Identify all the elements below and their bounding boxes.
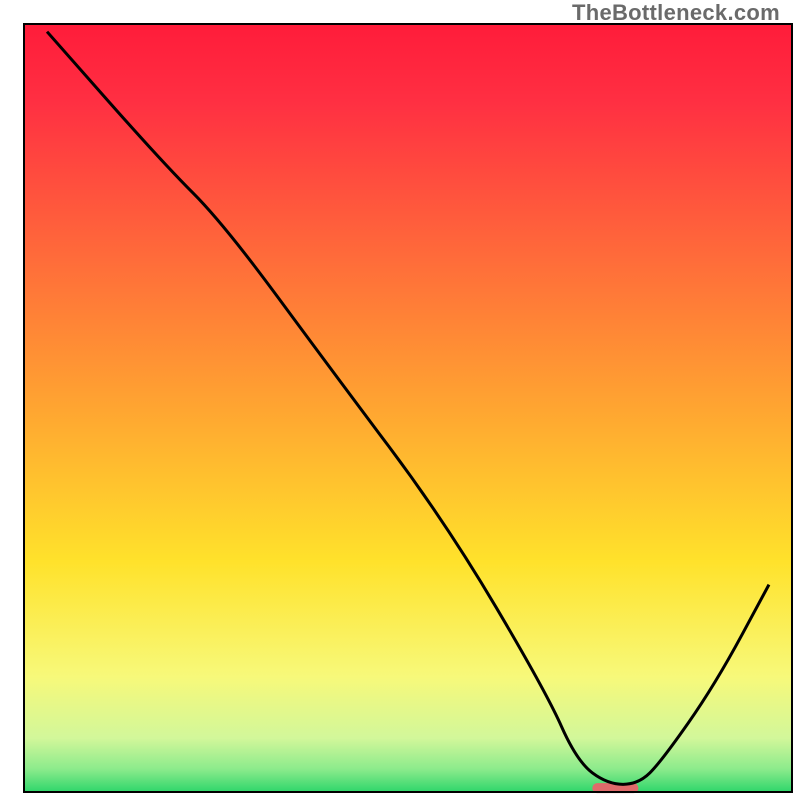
- chart-container: TheBottleneck.com: [0, 0, 800, 800]
- watermark-text: TheBottleneck.com: [572, 0, 780, 26]
- gradient-background: [24, 24, 792, 792]
- plot-area: [24, 24, 792, 793]
- bottleneck-chart: [0, 0, 800, 800]
